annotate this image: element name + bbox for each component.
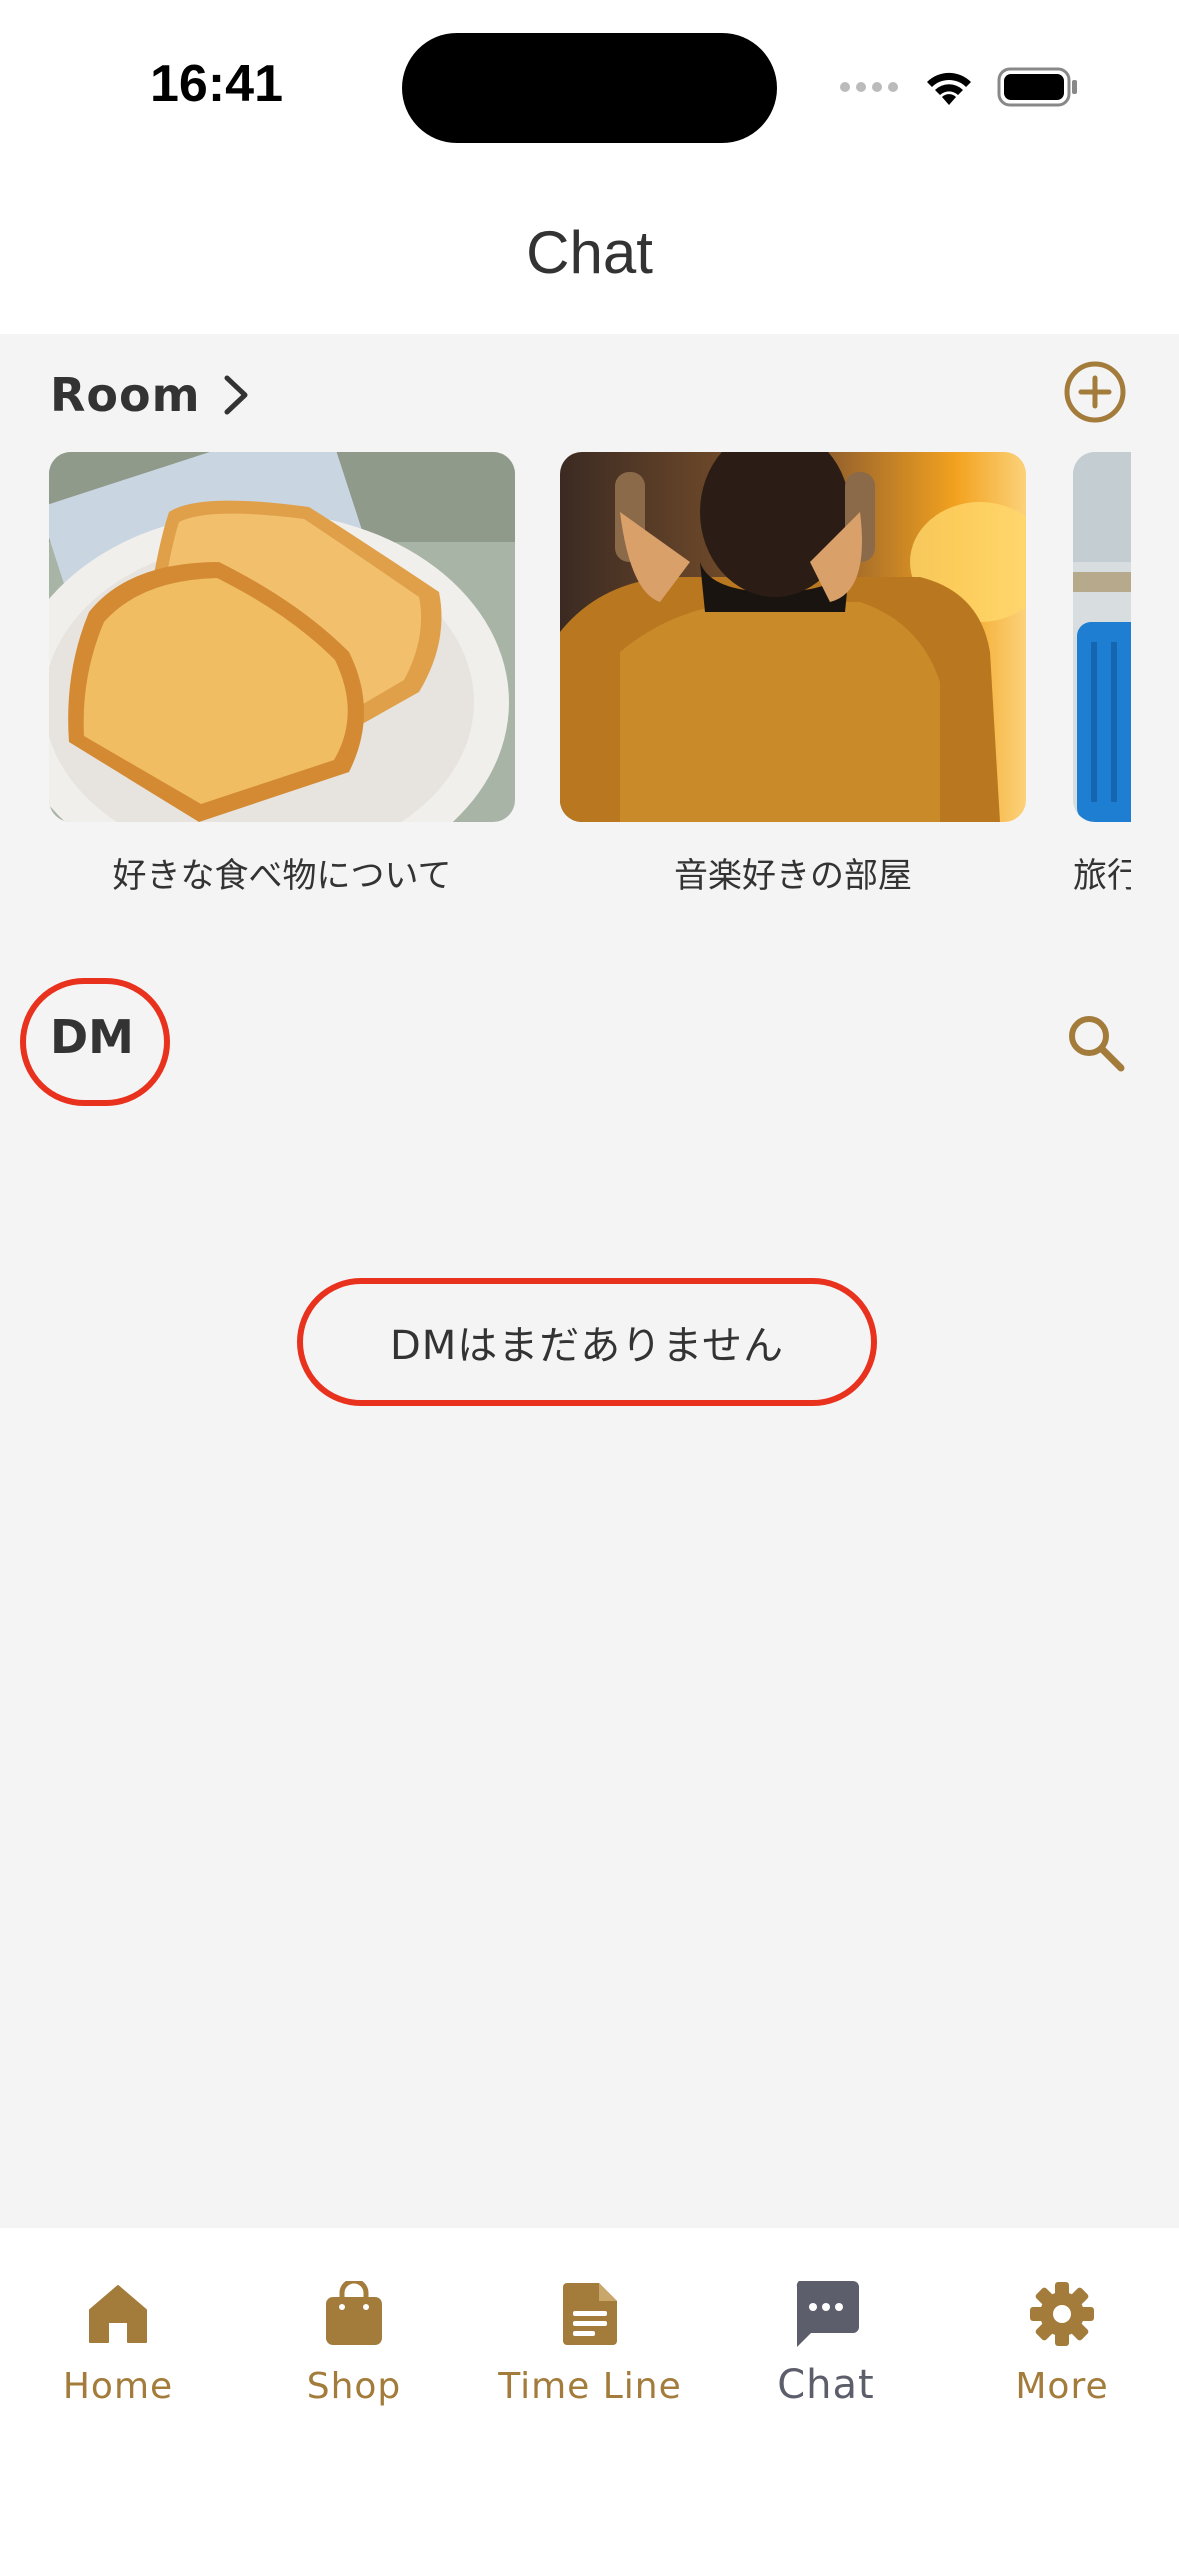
battery-icon xyxy=(997,67,1077,107)
room-card[interactable]: 音楽好きの部屋 xyxy=(560,452,1026,897)
room-name: 好きな食べ物について xyxy=(112,856,452,896)
room-name: 音楽好きの部屋 xyxy=(674,856,912,896)
document-icon xyxy=(563,2283,617,2345)
chevron-right-icon xyxy=(224,375,248,415)
tab-label: Shop xyxy=(306,2366,402,2407)
cellular-signal-icon xyxy=(840,82,898,92)
add-room-button[interactable] xyxy=(1063,360,1127,424)
status-indicators xyxy=(839,62,1079,112)
shopping-bag-icon xyxy=(326,2281,382,2345)
dm-empty-message: DMはまだありません xyxy=(389,1323,785,1369)
status-bar: 16:41 xyxy=(0,0,1179,170)
tab-label: Chat xyxy=(777,2362,875,2408)
room-section-title: Room xyxy=(50,368,201,422)
search-button[interactable] xyxy=(1063,1010,1127,1074)
gear-icon xyxy=(1030,2282,1094,2346)
tab-label: Time Line xyxy=(498,2366,682,2407)
wifi-icon xyxy=(927,72,971,105)
tab-home[interactable]: Home xyxy=(0,2228,236,2438)
room-thumbnail-toast xyxy=(49,452,515,822)
empty-message-highlight: DMはまだありません xyxy=(297,1278,877,1406)
page-title: Chat xyxy=(526,218,653,286)
tab-more[interactable]: More xyxy=(944,2228,1179,2438)
chat-bubble-icon xyxy=(796,2281,859,2347)
tab-bar: Home Shop Time Line Chat More xyxy=(0,2228,1179,2556)
tab-timeline[interactable]: Time Line xyxy=(472,2228,708,2438)
dynamic-island xyxy=(402,33,777,143)
room-section-link[interactable]: Room xyxy=(50,360,249,430)
status-time: 16:41 xyxy=(150,55,283,113)
home-icon xyxy=(89,2285,147,2343)
tab-label: Home xyxy=(62,2366,174,2407)
dm-section-title: DM xyxy=(50,1010,134,1064)
room-card[interactable]: 好きな食べ物について xyxy=(49,452,515,897)
tab-shop[interactable]: Shop xyxy=(236,2228,472,2438)
tab-label: More xyxy=(1015,2366,1109,2407)
room-thumbnail-headphones xyxy=(560,452,1026,822)
tab-chat[interactable]: Chat xyxy=(708,2228,944,2438)
room-card[interactable]: 旅行 xyxy=(1073,452,1131,892)
navigation-header: Chat xyxy=(0,170,1179,334)
room-name: 旅行 xyxy=(1073,856,1131,892)
room-thumbnail-suitcase xyxy=(1073,452,1131,822)
